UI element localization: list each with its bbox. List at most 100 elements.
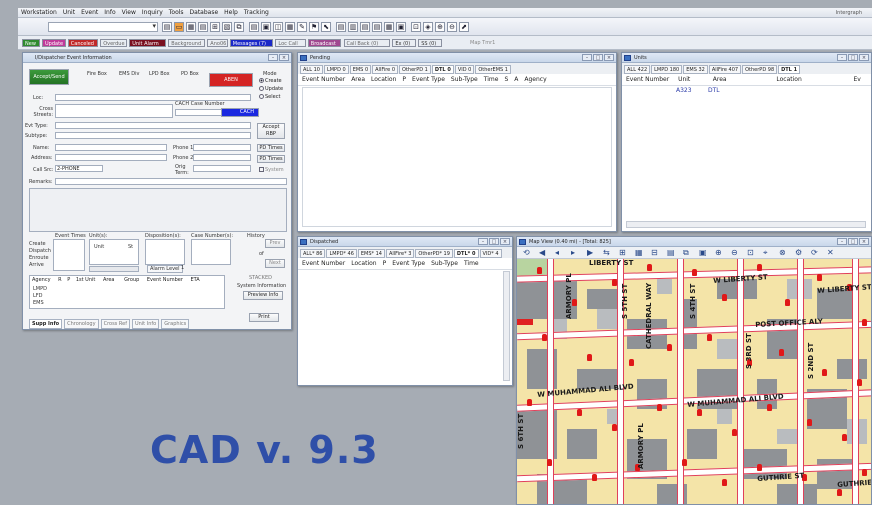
menu-item-unit[interactable]: Unit	[60, 9, 78, 16]
layers-icon[interactable]: ⊞	[619, 248, 626, 257]
call-src-select[interactable]: 2-PHONE	[55, 165, 103, 172]
tab-ems[interactable]: EMS 0	[349, 65, 372, 74]
clear-icon[interactable]: ⊗	[779, 248, 786, 257]
status-ano06[interactable]: Ano06	[207, 39, 228, 47]
status-messages-7[interactable]: Messages (7)	[229, 39, 274, 47]
doc4-icon[interactable]: ▤	[372, 22, 382, 32]
window2-icon[interactable]: ▣	[261, 22, 271, 32]
close-button[interactable]: ×	[604, 54, 614, 61]
status-ss-0[interactable]: SS (0)	[418, 39, 442, 47]
minimize-button[interactable]: –	[478, 238, 488, 245]
tab-vid[interactable]: VID* 4	[479, 249, 502, 258]
list-icon[interactable]: ▤	[162, 22, 172, 32]
accept-send-button[interactable]: Accept/Send	[29, 69, 69, 85]
maximize-button[interactable]: □	[848, 54, 858, 61]
first-icon[interactable]: ◀	[539, 248, 545, 257]
zoom-in-icon[interactable]: ⊕	[435, 22, 445, 32]
layer-icon[interactable]: ▧	[222, 22, 232, 32]
tab-vid[interactable]: VID 0	[454, 65, 475, 74]
column-header-event-number[interactable]: Event Number	[302, 76, 345, 83]
column-header-location[interactable]: Location	[371, 76, 396, 83]
refresh-icon[interactable]: ⟲	[523, 248, 530, 257]
column-header-sub-type[interactable]: Sub-Type	[451, 76, 478, 83]
tab-otherems[interactable]: OtherEMS 1	[475, 65, 511, 74]
units-hscroll[interactable]	[626, 221, 866, 228]
tab-allfire[interactable]: AllFire 407	[708, 65, 742, 74]
mode-create-radio[interactable]: Create	[259, 78, 282, 84]
column-header-sub-type[interactable]: Sub-Type	[431, 260, 458, 267]
column-header-time[interactable]: Time	[464, 260, 479, 267]
column-header-event-type[interactable]: Event Type	[412, 76, 445, 83]
status-update[interactable]: Update	[42, 39, 66, 47]
tab-otherpd[interactable]: OtherPD* 19	[415, 249, 453, 258]
tab-graphics[interactable]: Graphics	[161, 319, 190, 329]
status-canceled[interactable]: Canceled	[67, 39, 99, 47]
zoom-out-icon[interactable]: ⊖	[447, 22, 457, 32]
minimize-button[interactable]: –	[837, 54, 847, 61]
name-field[interactable]	[55, 144, 167, 151]
tab-lmpd[interactable]: LMPD 180	[651, 65, 683, 74]
minimize-button[interactable]: –	[582, 54, 592, 61]
close-button[interactable]: ×	[279, 54, 289, 61]
copy-icon[interactable]: ⧉	[683, 248, 689, 258]
status-background[interactable]: Background	[168, 39, 206, 47]
menu-item-tracking[interactable]: Tracking	[241, 9, 272, 16]
dispatched-vscroll[interactable]	[503, 271, 510, 381]
subtype-field[interactable]	[55, 132, 251, 139]
list2-icon[interactable]: ▤	[249, 22, 259, 32]
tab-lmpd[interactable]: LMPD 0	[323, 65, 349, 74]
close-button[interactable]: ×	[859, 54, 869, 61]
workstation-combo[interactable]	[48, 22, 158, 32]
tab-otherpd[interactable]: OtherPD 1	[399, 65, 431, 74]
units-box[interactable]: Unit St	[89, 239, 139, 265]
doc3-icon[interactable]: ▤	[360, 22, 370, 32]
preview-info-button[interactable]: Preview Info	[243, 291, 283, 300]
grid-icon[interactable]: ▦	[186, 22, 196, 32]
maximize-button[interactable]: □	[848, 238, 858, 245]
agency-table[interactable]: Agency R P 1st Unit Area Group Event Num…	[29, 275, 225, 309]
status-new[interactable]: New	[22, 39, 40, 47]
column-header-a[interactable]: A	[514, 76, 518, 83]
tab-all[interactable]: ALL 10	[300, 65, 323, 74]
maximize-button[interactable]: □	[489, 238, 499, 245]
agency-row[interactable]: EMS	[33, 300, 44, 306]
remarks-dropdown[interactable]	[55, 178, 287, 185]
pd-times-button-2[interactable]: PD Times	[257, 155, 285, 163]
grid3-icon[interactable]: ▦	[384, 22, 394, 32]
copy-icon[interactable]: ⧉	[234, 22, 244, 32]
locate-icon[interactable]: ⌖	[763, 248, 768, 258]
back-icon[interactable]: ◂	[555, 248, 559, 257]
cach-button[interactable]: CACH	[221, 108, 259, 117]
pending-list[interactable]	[302, 87, 612, 227]
event-type-field[interactable]	[55, 122, 251, 129]
column-header-event-type[interactable]: Event Type	[392, 260, 425, 267]
column-header-unit[interactable]: Unit	[678, 76, 713, 83]
target-icon[interactable]: ◈	[423, 22, 433, 32]
panel-icon[interactable]: ◫	[273, 22, 283, 32]
tab-ems[interactable]: EMS 32	[683, 65, 708, 74]
orig-term-field[interactable]	[193, 165, 251, 172]
column-header-area[interactable]: Area	[351, 76, 365, 83]
agency-row[interactable]: LFD	[33, 293, 43, 299]
minimize-button[interactable]: –	[268, 54, 278, 61]
mode-update-radio[interactable]: Update	[259, 86, 283, 92]
column-header-agency[interactable]: Agency	[524, 76, 546, 83]
aben-button[interactable]: ABEN	[209, 73, 253, 87]
tab-allfire[interactable]: AllFire 0	[372, 65, 399, 74]
edit-icon[interactable]: ✎	[297, 22, 307, 32]
tab-all[interactable]: ALL 422	[624, 65, 651, 74]
case-numbers-box[interactable]	[191, 239, 231, 265]
cross-streets-field[interactable]	[55, 104, 173, 118]
list-icon[interactable]: ▤	[667, 248, 675, 257]
maximize-button[interactable]: □	[593, 54, 603, 61]
tab-dtl[interactable]: DTL* 0	[453, 249, 479, 258]
location-field[interactable]	[55, 94, 251, 101]
column-header-event-number[interactable]: Event Number	[302, 260, 345, 267]
settings-icon[interactable]: ⚙	[795, 248, 802, 257]
arrow-icon[interactable]: ⬈	[459, 22, 469, 32]
column-header-s[interactable]: S	[504, 76, 508, 83]
window-icon[interactable]: ▭	[174, 22, 184, 32]
zoom-in-icon[interactable]: ⊕	[715, 248, 722, 257]
column-header-event-number[interactable]: Event Number	[626, 76, 678, 83]
tab-otherpd[interactable]: OtherPD 98	[742, 65, 778, 74]
